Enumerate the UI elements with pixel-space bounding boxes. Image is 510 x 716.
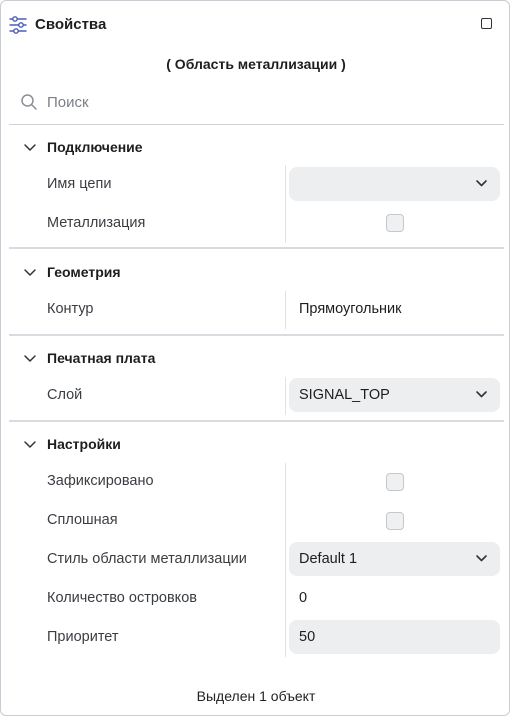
section-settings[interactable]: Настройки [1, 432, 510, 458]
fixed-checkbox[interactable] [386, 473, 404, 491]
contour-label: Контур [47, 301, 94, 317]
section-title: Геометрия [47, 264, 121, 280]
column-separator [285, 165, 286, 243]
column-separator [285, 291, 286, 329]
chevron-down-icon [476, 391, 487, 398]
search-input[interactable] [47, 90, 487, 114]
net-name-dropdown[interactable] [289, 167, 500, 201]
panel-header: Свойства [1, 1, 509, 47]
divider [9, 124, 504, 125]
islands-count-value: 0 [299, 590, 308, 606]
solid-checkbox[interactable] [386, 512, 404, 530]
properties-panel: Свойства ( Область металлизации ) Подклю… [0, 0, 510, 716]
column-separator [285, 377, 286, 415]
section-connection[interactable]: Подключение [1, 135, 510, 161]
square-icon[interactable] [481, 18, 492, 29]
fixed-label: Зафиксировано [47, 473, 154, 489]
chevron-down-icon[interactable] [23, 440, 37, 450]
chevron-down-icon [476, 555, 487, 562]
priority-label: Приоритет [47, 629, 119, 645]
section-title: Настройки [47, 436, 121, 452]
selection-status: Выделен 1 объект [196, 688, 316, 704]
layer-dropdown[interactable]: SIGNAL_TOP [289, 378, 500, 412]
section-title: Подключение [47, 139, 143, 155]
search-icon [21, 94, 37, 110]
divider [9, 420, 504, 422]
chevron-down-icon[interactable] [23, 143, 37, 153]
contour-value: Прямоугольник [299, 301, 402, 317]
sliders-icon [9, 16, 27, 34]
divider [9, 247, 504, 249]
section-title: Печатная плата [47, 350, 156, 366]
object-type-title: ( Область металлизации ) [166, 56, 346, 72]
dropdown-value: SIGNAL_TOP [299, 387, 390, 403]
islands-count-label: Количество островков [47, 590, 197, 606]
solid-label: Сплошная [47, 512, 118, 528]
metallization-checkbox[interactable] [386, 214, 404, 232]
section-geometry[interactable]: Геометрия [1, 260, 510, 286]
chevron-down-icon [476, 180, 487, 187]
net-name-label: Имя цепи [47, 176, 112, 192]
column-separator [285, 463, 286, 657]
dropdown-value: Default 1 [299, 551, 358, 567]
priority-input[interactable]: 50 [289, 620, 500, 654]
pour-style-dropdown[interactable]: Default 1 [289, 542, 500, 576]
panel-title: Свойства [35, 16, 107, 33]
pour-style-label: Стиль области металлизации [47, 551, 247, 567]
chevron-down-icon[interactable] [23, 354, 37, 364]
chevron-down-icon[interactable] [23, 268, 37, 278]
metallization-label: Металлизация [47, 215, 146, 231]
divider [9, 334, 504, 336]
layer-label: Слой [47, 387, 83, 403]
priority-value: 50 [299, 629, 316, 645]
section-pcb[interactable]: Печатная плата [1, 346, 510, 372]
